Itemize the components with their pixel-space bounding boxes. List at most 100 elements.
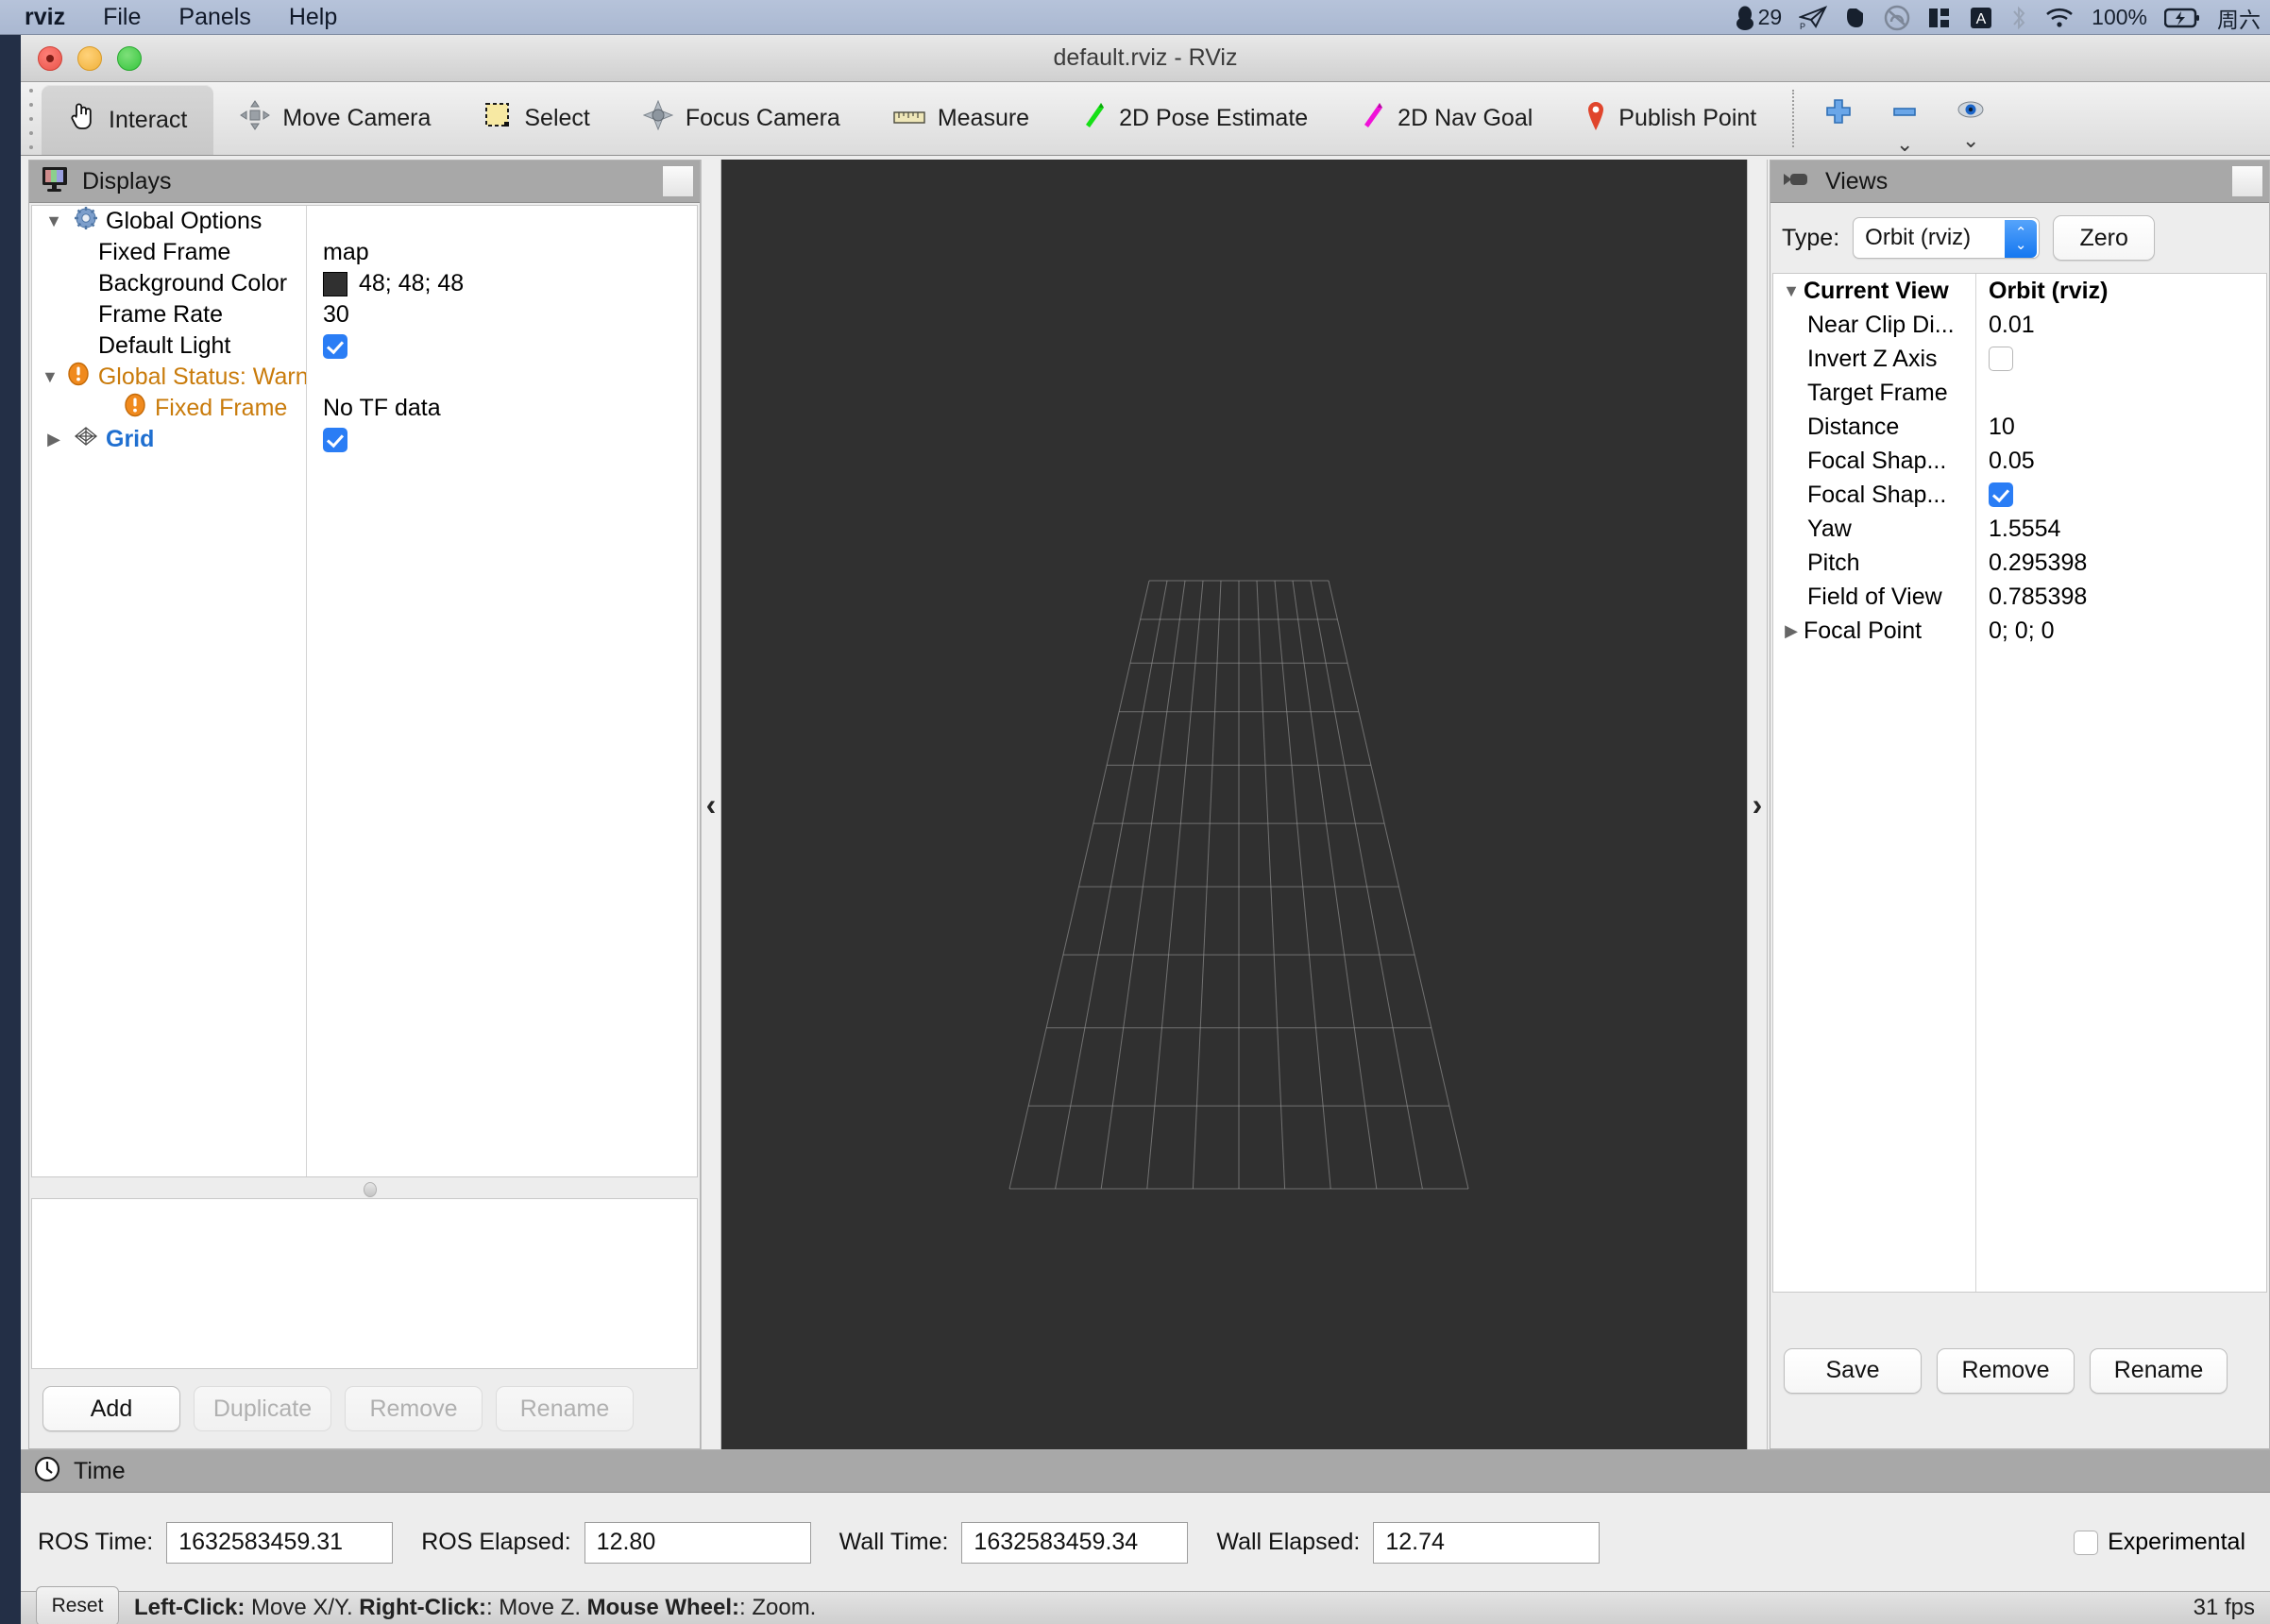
- collapse-right-panel-button[interactable]: ›: [1747, 160, 1768, 1449]
- toolbar-move-camera-label: Move Camera: [282, 105, 432, 131]
- views-row[interactable]: Invert Z Axis: [1773, 342, 2266, 376]
- toolbar-view-tool-button[interactable]: ⌄: [1957, 82, 1985, 151]
- views-row[interactable]: Focal Shap...: [1773, 478, 2266, 512]
- toolbar-2d-pose-estimate-button[interactable]: 2D Pose Estimate: [1056, 82, 1334, 155]
- displays-row[interactable]: Frame Rate 30: [32, 299, 697, 330]
- toolbar-select-button[interactable]: Select: [457, 82, 616, 155]
- toolbar-publish-point-button[interactable]: Publish Point: [1559, 82, 1783, 155]
- ros-time-input[interactable]: 1632583459.31: [166, 1521, 394, 1564]
- toolbar-remove-tool-button[interactable]: ⌄: [1890, 82, 1919, 155]
- displays-duplicate-button[interactable]: Duplicate: [194, 1386, 331, 1431]
- reset-button[interactable]: Reset: [36, 1586, 119, 1624]
- displays-tree[interactable]: ▼ Global Options Fixed Frame map Background …: [31, 205, 698, 1177]
- displays-column-splitter[interactable]: [306, 206, 307, 1176]
- experimental-checkbox[interactable]: [2074, 1530, 2099, 1555]
- displays-row-label: Global Options: [106, 208, 263, 234]
- displays-add-button[interactable]: Add: [42, 1386, 180, 1431]
- tree-twisty-expanded-icon[interactable]: ▼: [42, 367, 59, 387]
- battery-charging-icon[interactable]: [2164, 8, 2200, 28]
- displays-row[interactable]: ▼ Global Status: Warn: [32, 362, 697, 393]
- bluetooth-icon[interactable]: [2010, 5, 2027, 31]
- displays-row[interactable]: Fixed Frame No TF data: [32, 393, 697, 424]
- row-checkbox[interactable]: [323, 427, 347, 452]
- toolbar-separator: [1792, 90, 1795, 147]
- displays-row[interactable]: Fixed Frame map: [32, 237, 697, 268]
- menu-help[interactable]: Help: [270, 0, 356, 34]
- window-titlebar: default.rviz - RViz: [21, 35, 2270, 82]
- maximize-window-button[interactable]: [117, 46, 142, 71]
- penguin-icon[interactable]: 29: [1735, 5, 1782, 30]
- telegram-icon[interactable]: P: [1799, 5, 1828, 30]
- views-row[interactable]: Field of View 0.785398: [1773, 580, 2266, 614]
- toolbar-move-camera-button[interactable]: Move Camera: [213, 82, 457, 155]
- displays-row[interactable]: ▼ Global Options: [32, 206, 697, 237]
- displays-float-button[interactable]: [662, 165, 694, 197]
- minimize-window-button[interactable]: [77, 46, 102, 71]
- views-type-select[interactable]: Orbit (rviz) ⌃ ⌄: [1853, 217, 2041, 259]
- input-source-icon[interactable]: A: [1969, 6, 1993, 30]
- views-row[interactable]: ▼ Current View Orbit (rviz): [1773, 274, 2266, 308]
- wall-elapsed-field: Wall Elapsed: 12.74: [1216, 1521, 1601, 1564]
- displays-row-label: Default Light: [98, 332, 231, 359]
- views-zero-button[interactable]: Zero: [2053, 215, 2156, 261]
- tree-twisty-expanded-icon[interactable]: ▼: [42, 211, 66, 231]
- views-row[interactable]: Pitch 0.295398: [1773, 546, 2266, 580]
- views-row-label: Field of View: [1807, 583, 1942, 610]
- displays-remove-button[interactable]: Remove: [345, 1386, 483, 1431]
- wall-elapsed-input[interactable]: 12.74: [1373, 1521, 1601, 1564]
- evernote-icon[interactable]: [1844, 6, 1867, 30]
- row-checkbox[interactable]: [1989, 347, 2013, 371]
- views-column-splitter[interactable]: [1975, 274, 1976, 1292]
- displays-row[interactable]: Default Light: [32, 330, 697, 362]
- macos-menubar: rviz File Panels Help 29 P A 100% 周六: [0, 0, 2270, 35]
- tree-twisty-collapsed-icon[interactable]: ▶: [42, 430, 66, 449]
- displays-row[interactable]: ▶ Grid: [32, 424, 697, 455]
- creative-cloud-icon[interactable]: [1884, 5, 1910, 31]
- displays-row[interactable]: Background Color 48; 48; 48: [32, 268, 697, 299]
- toolbar-2d-nav-goal-button[interactable]: 2D Nav Goal: [1334, 82, 1559, 155]
- color-swatch[interactable]: [323, 271, 347, 296]
- wall-time-input[interactable]: 1632583459.34: [961, 1521, 1189, 1564]
- tree-twisty-expanded-icon[interactable]: ▼: [1779, 281, 1804, 301]
- views-row[interactable]: ▶ Focal Point 0; 0; 0: [1773, 614, 2266, 648]
- toolbar-drag-handle[interactable]: [21, 82, 42, 155]
- close-window-button[interactable]: [38, 46, 62, 71]
- views-row[interactable]: Focal Shap... 0.05: [1773, 444, 2266, 478]
- toolbar-add-tool-button[interactable]: [1824, 82, 1853, 130]
- views-row[interactable]: Near Clip Di... 0.01: [1773, 308, 2266, 342]
- views-row[interactable]: Target Frame: [1773, 376, 2266, 410]
- views-float-button[interactable]: [2231, 165, 2263, 197]
- menu-file[interactable]: File: [84, 0, 160, 34]
- views-row[interactable]: Distance 10: [1773, 410, 2266, 444]
- chevron-updown-icon[interactable]: ⌃ ⌄: [2005, 220, 2038, 258]
- menubar-status-tray: 29 P A 100% 周六: [1735, 0, 2266, 35]
- displays-rename-button[interactable]: Rename: [496, 1386, 634, 1431]
- row-checkbox[interactable]: [323, 333, 347, 359]
- chevron-down-icon[interactable]: ⌄: [1962, 130, 1979, 151]
- ros-elapsed-input[interactable]: 12.80: [584, 1521, 811, 1564]
- displays-row-label: Fixed Frame: [98, 239, 231, 265]
- chevron-down-icon[interactable]: ⌄: [1896, 134, 1913, 155]
- tree-twisty-collapsed-icon[interactable]: ▶: [1779, 621, 1804, 641]
- views-save-button[interactable]: Save: [1784, 1347, 1922, 1394]
- experimental-toggle[interactable]: Experimental: [2074, 1529, 2270, 1556]
- splitter-knob[interactable]: [364, 1182, 377, 1197]
- toolbar-interact-button[interactable]: Interact: [42, 85, 214, 155]
- views-tree[interactable]: ▼ Current View Orbit (rviz) Near Clip Di...…: [1772, 273, 2267, 1293]
- views-rename-button[interactable]: Rename: [2090, 1347, 2228, 1394]
- ruler-icon: [893, 105, 925, 132]
- row-checkbox[interactable]: [1989, 482, 2013, 507]
- toolbar-measure-button[interactable]: Measure: [867, 82, 1056, 155]
- menu-app-name[interactable]: rviz: [25, 0, 84, 34]
- menu-panels[interactable]: Panels: [160, 0, 269, 34]
- views-remove-button[interactable]: Remove: [1937, 1347, 2075, 1394]
- views-row[interactable]: Yaw 1.5554: [1773, 512, 2266, 546]
- displays-panel-header: Displays: [29, 161, 700, 203]
- displays-vertical-splitter[interactable]: [29, 1179, 700, 1198]
- toolbar-extra-controls: ⌄ ⌄: [1804, 82, 2006, 155]
- toolbar-focus-camera-button[interactable]: Focus Camera: [617, 82, 867, 155]
- collapse-left-panel-button[interactable]: ‹: [701, 160, 721, 1449]
- wifi-icon[interactable]: [2044, 7, 2075, 29]
- 3d-render-view[interactable]: [721, 160, 1747, 1449]
- magnet-icon[interactable]: [1927, 6, 1952, 30]
